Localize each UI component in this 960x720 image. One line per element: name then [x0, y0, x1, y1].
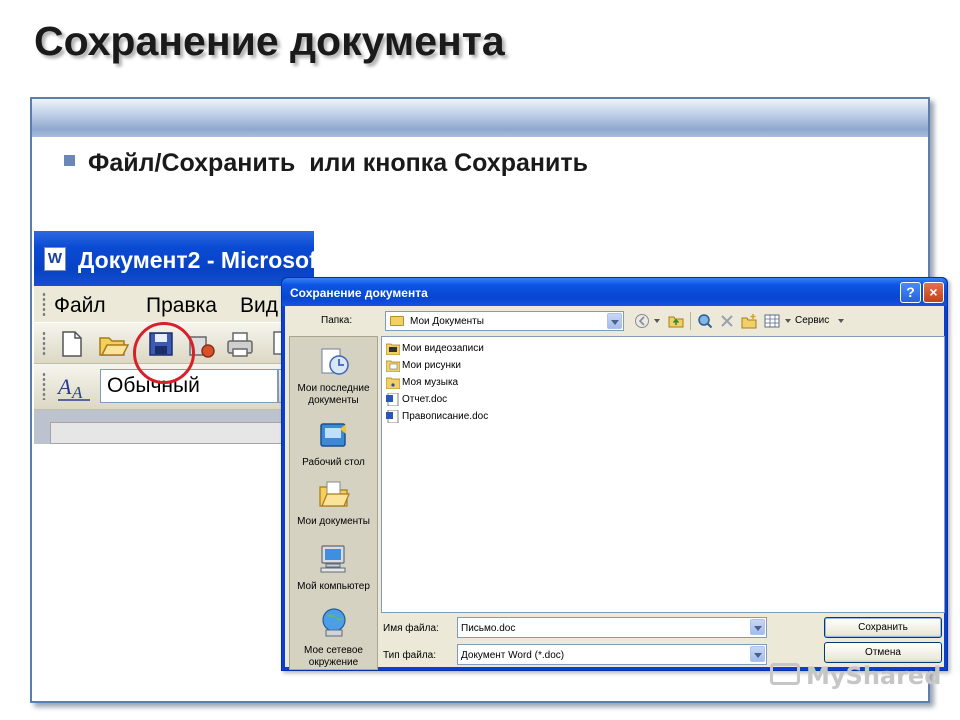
- format-grip-icon: [42, 372, 46, 400]
- word-ruler: [34, 410, 314, 444]
- filetype-select[interactable]: Документ Word (*.doc): [457, 644, 767, 665]
- file-name: Мои рисунки: [402, 360, 461, 371]
- save-button-highlight-circle: [133, 322, 195, 384]
- printer-icon: [227, 332, 253, 357]
- folder-icon: [390, 316, 404, 326]
- filename-label: Имя файла:: [383, 623, 439, 634]
- views-dropdown-icon[interactable]: [785, 319, 791, 323]
- search-web-icon[interactable]: [697, 313, 713, 329]
- dialog-cancel-button[interactable]: Отмена: [824, 642, 942, 663]
- place-label: Мои документы: [297, 516, 370, 527]
- folder-value: Мои Документы: [410, 316, 484, 327]
- place-my-computer[interactable]: Мой компьютер: [290, 543, 377, 593]
- bullet-text: Файл/Сохранить или кнопка Сохранить: [88, 149, 588, 177]
- dialog-title-bar: Сохранение документа ? ×: [282, 278, 947, 306]
- slide-title: Сохранение документа: [34, 18, 505, 64]
- toolbar-separator: [690, 312, 691, 330]
- folder-select[interactable]: Мои Документы: [385, 311, 624, 331]
- places-bar: Мои последние документы Рабочий стол Мои…: [289, 336, 378, 670]
- back-icon[interactable]: [634, 313, 650, 329]
- watermark-text: MyShared: [806, 662, 942, 690]
- place-label: Рабочий стол: [302, 457, 365, 468]
- dialog-save-button[interactable]: Сохранить: [824, 617, 942, 638]
- music-folder-icon: [386, 377, 400, 389]
- back-dropdown-icon[interactable]: [654, 319, 660, 323]
- my-computer-icon: [320, 545, 345, 573]
- views-icon[interactable]: [764, 313, 780, 329]
- filename-value: Письмо.doc: [461, 623, 516, 634]
- frame-header-band: [32, 99, 928, 137]
- svg-text:A: A: [71, 383, 83, 402]
- network-places-icon: [321, 608, 346, 637]
- my-documents-icon: [318, 481, 350, 507]
- place-my-documents[interactable]: Мои документы: [290, 478, 377, 528]
- tools-menu[interactable]: Сервис: [795, 315, 829, 326]
- watermark: MyShared: [770, 662, 941, 690]
- place-label: Мое сетевое окружение: [304, 645, 363, 668]
- chevron-down-icon[interactable]: [750, 646, 765, 662]
- menu-edit[interactable]: Правка: [146, 294, 217, 318]
- file-name: Правописание.doc: [402, 411, 489, 422]
- svg-text:A: A: [56, 374, 72, 399]
- place-label: Мой компьютер: [297, 581, 370, 592]
- filetype-value: Документ Word (*.doc): [461, 650, 565, 661]
- close-button[interactable]: ×: [923, 282, 944, 303]
- delete-icon[interactable]: [719, 313, 735, 329]
- new-document-button[interactable]: [54, 327, 88, 361]
- bullet-icon: [64, 155, 75, 166]
- open-button[interactable]: [96, 327, 130, 361]
- word-menu-bar: Файл Правка Вид: [34, 286, 314, 322]
- desktop-icon: [319, 423, 346, 447]
- styles-icon: A A: [56, 374, 90, 402]
- style-select[interactable]: Обычный: [100, 369, 278, 403]
- dialog-title: Сохранение документа: [290, 286, 428, 300]
- recent-documents-icon: [321, 348, 349, 375]
- new-folder-icon[interactable]: [741, 313, 757, 329]
- word-title-bar: W Документ2 - Microsof: [34, 231, 314, 286]
- help-button[interactable]: ?: [900, 282, 921, 303]
- save-dialog: Сохранение документа ? × Папка: Мои Доку…: [281, 277, 948, 671]
- place-label: Мои последние документы: [297, 383, 370, 406]
- menu-view[interactable]: Вид: [240, 294, 278, 318]
- video-folder-icon: [386, 343, 400, 355]
- print-button[interactable]: [224, 327, 258, 361]
- chevron-down-icon[interactable]: [750, 619, 765, 635]
- open-folder-icon: [99, 337, 130, 356]
- file-name: Моя музыка: [402, 377, 459, 388]
- word-window-title: Документ2 - Microsof: [78, 247, 314, 273]
- word-document-icon: [386, 410, 399, 423]
- word-app-icon: W: [44, 247, 66, 271]
- file-name: Отчет.doc: [402, 394, 448, 405]
- watermark-logo-icon: [770, 663, 800, 685]
- new-document-icon: [62, 331, 82, 357]
- file-list[interactable]: Мои видеозаписи Мои рисунки Моя музыка О…: [381, 336, 945, 613]
- place-recent-documents[interactable]: Мои последние документы: [290, 345, 377, 407]
- file-name: Мои видеозаписи: [402, 343, 484, 354]
- word-document-icon: [386, 393, 399, 406]
- toolbar-grip-icon: [42, 331, 46, 357]
- folder-label: Папка:: [321, 315, 353, 326]
- tools-dropdown-icon[interactable]: [838, 319, 844, 323]
- chevron-down-icon[interactable]: [607, 313, 622, 329]
- filename-input[interactable]: Письмо.doc: [457, 617, 767, 638]
- menu-grip-icon: [42, 292, 46, 316]
- up-folder-icon[interactable]: [668, 313, 684, 329]
- place-desktop[interactable]: Рабочий стол: [290, 419, 377, 469]
- dialog-body: Папка: Мои Документы Сервис Мои последни…: [285, 306, 945, 670]
- filetype-label: Тип файла:: [383, 650, 436, 661]
- menu-file[interactable]: Файл: [54, 294, 106, 318]
- pictures-folder-icon: [386, 360, 400, 372]
- place-network[interactable]: Мое сетевое окружение: [290, 607, 377, 669]
